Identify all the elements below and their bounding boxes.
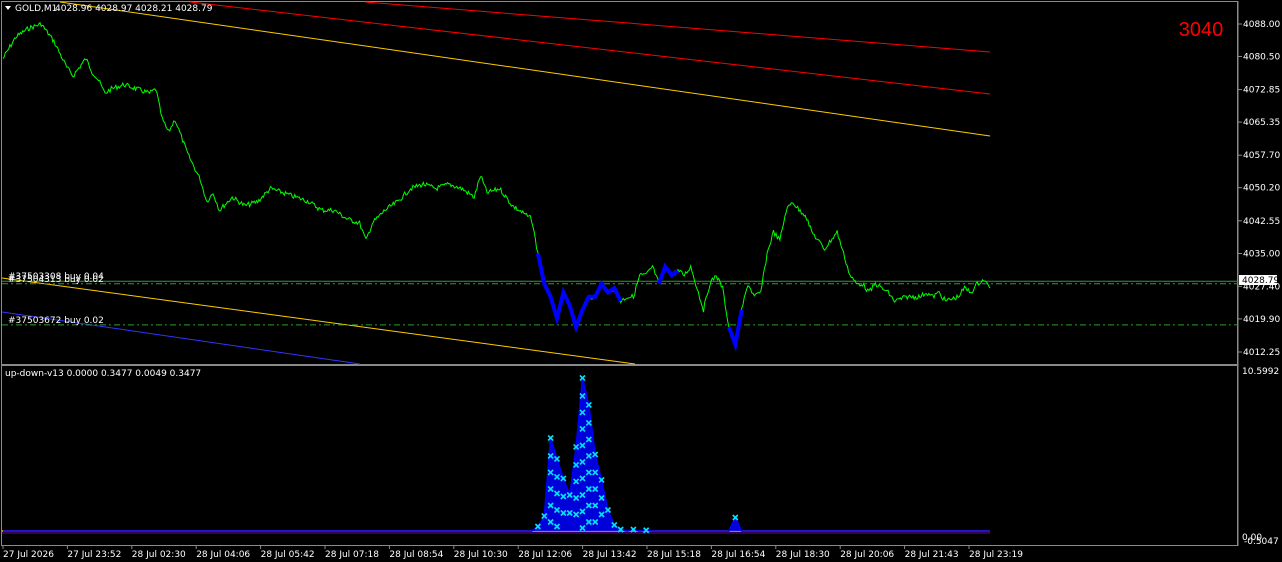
indicator-title: up-down-v13 0.0000 0.3477 0.0049 0.3477 (5, 369, 201, 379)
time-tick-label: 28 Jul 23:19 (969, 550, 1023, 560)
time-tick-label: 28 Jul 04:06 (196, 550, 250, 560)
order-label: #37504313 buy 0.02 (8, 275, 104, 285)
order-label: #37503672 buy 0.02 (8, 316, 104, 326)
price-tick-label: 4042.55 (1243, 217, 1280, 227)
time-tick-label: 27 Jul 23:52 (67, 550, 121, 560)
time-tick-label: 28 Jul 15:18 (647, 550, 701, 560)
price-tick-label: 4057.70 (1243, 151, 1280, 161)
time-tick-label: 28 Jul 08:54 (389, 550, 443, 560)
time-tick-label: 27 Jul 2026 (3, 550, 54, 560)
price-tick-label: 4065.35 (1243, 118, 1280, 128)
ohlc-readout: 4028.96 4028.97 4028.21 4028.79 (55, 4, 213, 14)
indicator-min-label: -0.5047 (1244, 537, 1279, 547)
main-chart-frame[interactable] (1, 1, 1238, 365)
price-tick-label: 4080.50 (1243, 52, 1280, 62)
symbol-label: GOLD,M1 (15, 4, 57, 14)
time-tick-label: 28 Jul 16:54 (711, 550, 765, 560)
time-tick-label: 28 Jul 12:06 (518, 550, 572, 560)
price-axis[interactable]: 4088.00 4080.50 4072.85 4065.35 4057.70 4050.… (1238, 20, 1280, 358)
time-axis[interactable]: 27 Jul 2026 27 Jul 23:52 28 Jul 02:30 28 Ju… (2, 546, 1023, 560)
current-price-tag: 4028.79 (1239, 275, 1279, 286)
time-tick-label: 28 Jul 07:18 (325, 550, 379, 560)
trading-chart[interactable]: #37503308 buy 0.04#37504313 buy 0.02#375… (0, 0, 1282, 562)
time-tick-label: 28 Jul 21:43 (905, 550, 959, 560)
price-tick-label: 4012.25 (1243, 348, 1280, 358)
price-tick-label: 4050.20 (1243, 184, 1280, 194)
time-tick-label: 28 Jul 13:42 (583, 550, 637, 560)
price-tick-label: 4072.85 (1243, 86, 1280, 96)
time-tick-label: 28 Jul 20:06 (840, 550, 894, 560)
indicator-frame[interactable] (1, 365, 1238, 546)
indicator-max-label: 10.5992 (1242, 367, 1279, 377)
price-tick-label: 4088.00 (1243, 20, 1280, 30)
current-price-label: 4028.79 (1242, 276, 1279, 286)
price-tick-label: 4019.90 (1243, 315, 1280, 325)
time-tick-label: 28 Jul 02:30 (132, 550, 186, 560)
time-tick-label: 28 Jul 10:30 (454, 550, 508, 560)
price-tick-label: 4035.00 (1243, 249, 1280, 259)
time-tick-label: 28 Jul 18:30 (776, 550, 830, 560)
time-tick-label: 28 Jul 05:42 (261, 550, 315, 560)
counter-badge: 3040 (1179, 19, 1224, 41)
